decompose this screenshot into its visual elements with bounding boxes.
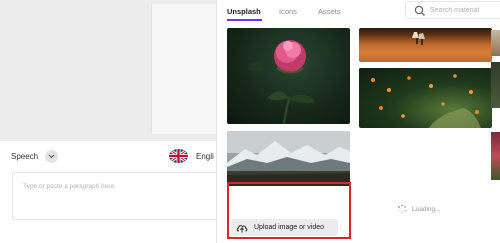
editor-area: Speech Engli Type or paste a paragraph h… <box>0 0 216 243</box>
media-panel: Unsplash Icons Assets Search material Lo… <box>216 0 500 243</box>
paragraph-placeholder: Type or paste a paragraph here. <box>23 183 116 190</box>
search-input[interactable] <box>430 4 500 17</box>
language-label[interactable]: Engli <box>196 152 216 161</box>
tab-unsplash[interactable]: Unsplash <box>227 7 261 16</box>
slide-preview[interactable] <box>151 4 216 134</box>
uk-flag-icon[interactable] <box>169 149 188 163</box>
search-icon <box>414 5 425 16</box>
search-box[interactable] <box>405 1 500 19</box>
image-thumbnail-desert[interactable] <box>359 28 492 62</box>
speech-dropdown-button[interactable] <box>45 150 58 163</box>
chevron-down-icon <box>48 154 55 159</box>
active-tab-indicator <box>227 19 262 21</box>
speech-label: Speech <box>11 152 39 161</box>
tab-icons[interactable]: Icons <box>279 7 297 16</box>
image-thumbnail-partial[interactable] <box>491 30 500 56</box>
upload-button[interactable]: Upload image or video <box>231 219 338 236</box>
loading-indicator: Loading... <box>397 204 441 214</box>
paragraph-input[interactable]: Type or paste a paragraph here. <box>12 172 216 220</box>
media-tabs: Unsplash Icons Assets <box>217 0 500 22</box>
upload-button-label: Upload image or video <box>254 224 325 231</box>
speech-row: Speech Engli <box>0 141 216 171</box>
image-thumbnail-orange-trees[interactable] <box>359 68 492 128</box>
tab-assets[interactable]: Assets <box>318 7 341 16</box>
cloud-upload-icon <box>236 224 248 232</box>
loading-text: Loading... <box>412 205 441 213</box>
image-thumbnail-partial[interactable] <box>491 62 500 108</box>
image-thumbnail-peony[interactable] <box>227 28 350 124</box>
image-thumbnail-partial[interactable] <box>491 132 500 180</box>
image-thumbnail-mountains[interactable] <box>227 131 350 186</box>
spinner-icon <box>397 204 407 214</box>
